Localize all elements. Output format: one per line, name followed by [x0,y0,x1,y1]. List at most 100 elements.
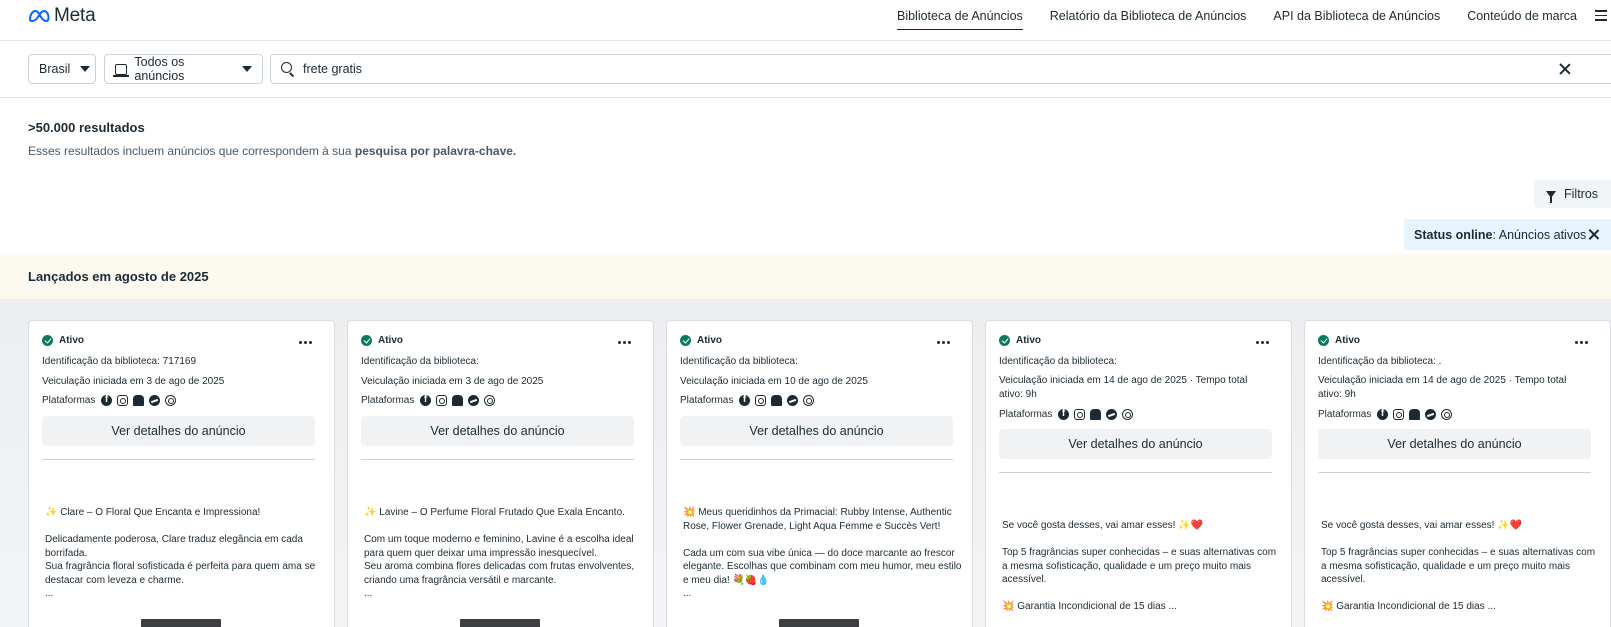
menu-icon[interactable] [1595,10,1607,21]
meta-logo[interactable]: Meta [28,5,96,27]
ad-text-line: ✨ Clare – O Floral Que Encanta e Impress… [45,507,261,518]
ad-text-line: ✨ Lavine – O Perfume Floral Frutado Que … [364,507,625,518]
start-date: Veiculação iniciada em 3 de ago de 2025 [361,376,544,387]
audience-network-icon [1409,409,1421,420]
view-ad-details-button[interactable]: Ver detalhes do anúncio [1318,429,1591,459]
ad-media-thumbnail[interactable] [779,619,859,627]
status-filter-chip: Status online: Anúncios ativos [1404,219,1611,250]
nav-link-ad-library-report[interactable]: Relatório da Biblioteca de Anúncios [1050,0,1247,30]
status-text: Ativo [1335,335,1360,346]
library-id: Identificação da biblioteca: 717169 [42,356,197,367]
ad-text-line: ... [683,588,692,599]
messenger-icon [1425,409,1437,420]
view-ad-details-button[interactable]: Ver detalhes do anúncio [680,416,953,446]
filters-label: Filtros [1564,187,1599,201]
check-circle-icon [361,335,372,346]
library-id: Identificação da biblioteca: [361,356,479,367]
results-desc-text: Esses resultados incluem anúncios que co… [28,144,355,158]
ad-body-text: 💥 Meus queridinhos da Primacial: Rubby I… [683,506,963,601]
library-id: Identificação da biblioteca: . [1318,356,1442,367]
ad-text-line: ... [364,588,373,599]
divider [1318,472,1591,473]
nav-link-ad-library-api[interactable]: API da Biblioteca de Anúncios [1273,0,1440,30]
nav-link-branded-content[interactable]: Conteúdo de marca [1467,0,1577,30]
instagram-icon [436,395,448,406]
ad-text-line [1002,587,1282,601]
audience-network-icon [133,395,145,406]
filters-button[interactable]: Filtros [1534,180,1611,208]
instagram-icon [117,395,129,406]
more-options-icon[interactable] [618,341,631,344]
close-icon[interactable] [1588,229,1599,240]
messenger-icon [1106,409,1118,420]
platforms: Plataformas [361,394,496,406]
more-options-icon[interactable] [1256,341,1269,344]
view-ad-details-button[interactable]: Ver detalhes do anúncio [361,416,634,446]
nav-link-ad-library[interactable]: Biblioteca de Anúncios [896,0,1023,30]
divider [361,459,634,460]
ad-text-line [45,520,325,534]
view-ad-details-button[interactable]: Ver detalhes do anúncio [42,416,315,446]
status-badge: Ativo [42,335,84,346]
audience-network-icon [452,395,464,406]
status-badge: Ativo [1318,335,1360,346]
ad-card: Ativo Identificação da biblioteca: . Vei… [1304,320,1611,627]
platforms-label: Plataformas [361,395,415,406]
audience-network-icon [1090,409,1102,420]
platforms-label: Plataformas [999,409,1053,420]
search-input[interactable] [303,62,1503,76]
status-chip-value: : Anúncios ativos [1492,227,1587,242]
ad-card: Ativo Identificação da biblioteca: Veicu… [985,320,1292,627]
audience-network-icon [771,395,783,406]
platforms-label: Plataformas [42,395,96,406]
status-badge: Ativo [680,335,722,346]
ad-media-thumbnail[interactable] [460,619,540,627]
start-date: Veiculação iniciada em 14 de ago de 2025… [999,375,1248,400]
ad-text-line [1321,533,1601,547]
library-id: Identificação da biblioteca: [999,356,1117,367]
ad-text-line: Seu aroma combina flores delicadas com f… [364,561,635,586]
facebook-icon [420,394,432,406]
caret-down-icon [242,66,252,72]
facebook-icon [101,394,113,406]
platforms: Plataformas [1318,408,1453,420]
start-date: Veiculação iniciada em 14 de ago de 2025… [1318,375,1567,400]
ad-type-dropdown[interactable]: Todos os anúncios [104,54,263,84]
ad-body-text: ✨ Lavine – O Perfume Floral Frutado Que … [364,506,644,601]
ad-category-icon [112,63,130,77]
facebook-icon [739,394,751,406]
platforms-label: Plataformas [1318,409,1372,420]
platforms: Plataformas [680,394,815,406]
start-date: Veiculação iniciada em 3 de ago de 2025 [42,376,225,387]
ad-text-line: Top 5 fragrâncias super conhecidas – e s… [1321,547,1596,585]
ad-text-line: Delicadamente poderosa, Clare traduz ele… [45,534,303,559]
divider [999,472,1272,473]
more-options-icon[interactable] [937,341,950,344]
instagram-icon [1074,409,1086,420]
country-dropdown[interactable]: Brasil [28,54,96,84]
ad-text-line: Sua fragrância floral sofisticada é perf… [45,561,316,586]
ad-media-thumbnail[interactable] [141,619,221,627]
instagram-icon [1393,409,1405,420]
more-options-icon[interactable] [299,341,312,344]
check-circle-icon [1318,335,1329,346]
start-date: Veiculação iniciada em 10 de ago de 2025 [680,376,868,387]
ad-text-line: Se você gosta desses, vai amar esses! ✨❤… [1002,520,1204,531]
ad-text-line: ... [45,588,54,599]
ad-text-line [683,533,963,547]
clear-search-icon[interactable] [1559,63,1571,75]
view-ad-details-button[interactable]: Ver detalhes do anúncio [999,429,1272,459]
ad-text-line [1321,587,1601,601]
ad-text-line: Top 5 fragrâncias super conhecidas – e s… [1002,547,1277,585]
ad-text-line: Com um toque moderno e feminino, Lavine … [364,534,634,559]
ad-body-text: ✨ Clare – O Floral Que Encanta e Impress… [45,506,325,601]
ad-text-line: 💥 Garantia Incondicional de 15 dias ... [1321,601,1496,612]
logo-text: Meta [54,5,96,26]
instagram-icon [755,395,767,406]
check-circle-icon [680,335,691,346]
results-count: >50.000 resultados [28,120,145,135]
section-header: Lançados em agosto de 2025 [0,254,1611,299]
ad-text-line: 💥 Meus queridinhos da Primacial: Rubby I… [683,507,952,532]
search-icon [281,62,295,76]
more-options-icon[interactable] [1575,341,1588,344]
